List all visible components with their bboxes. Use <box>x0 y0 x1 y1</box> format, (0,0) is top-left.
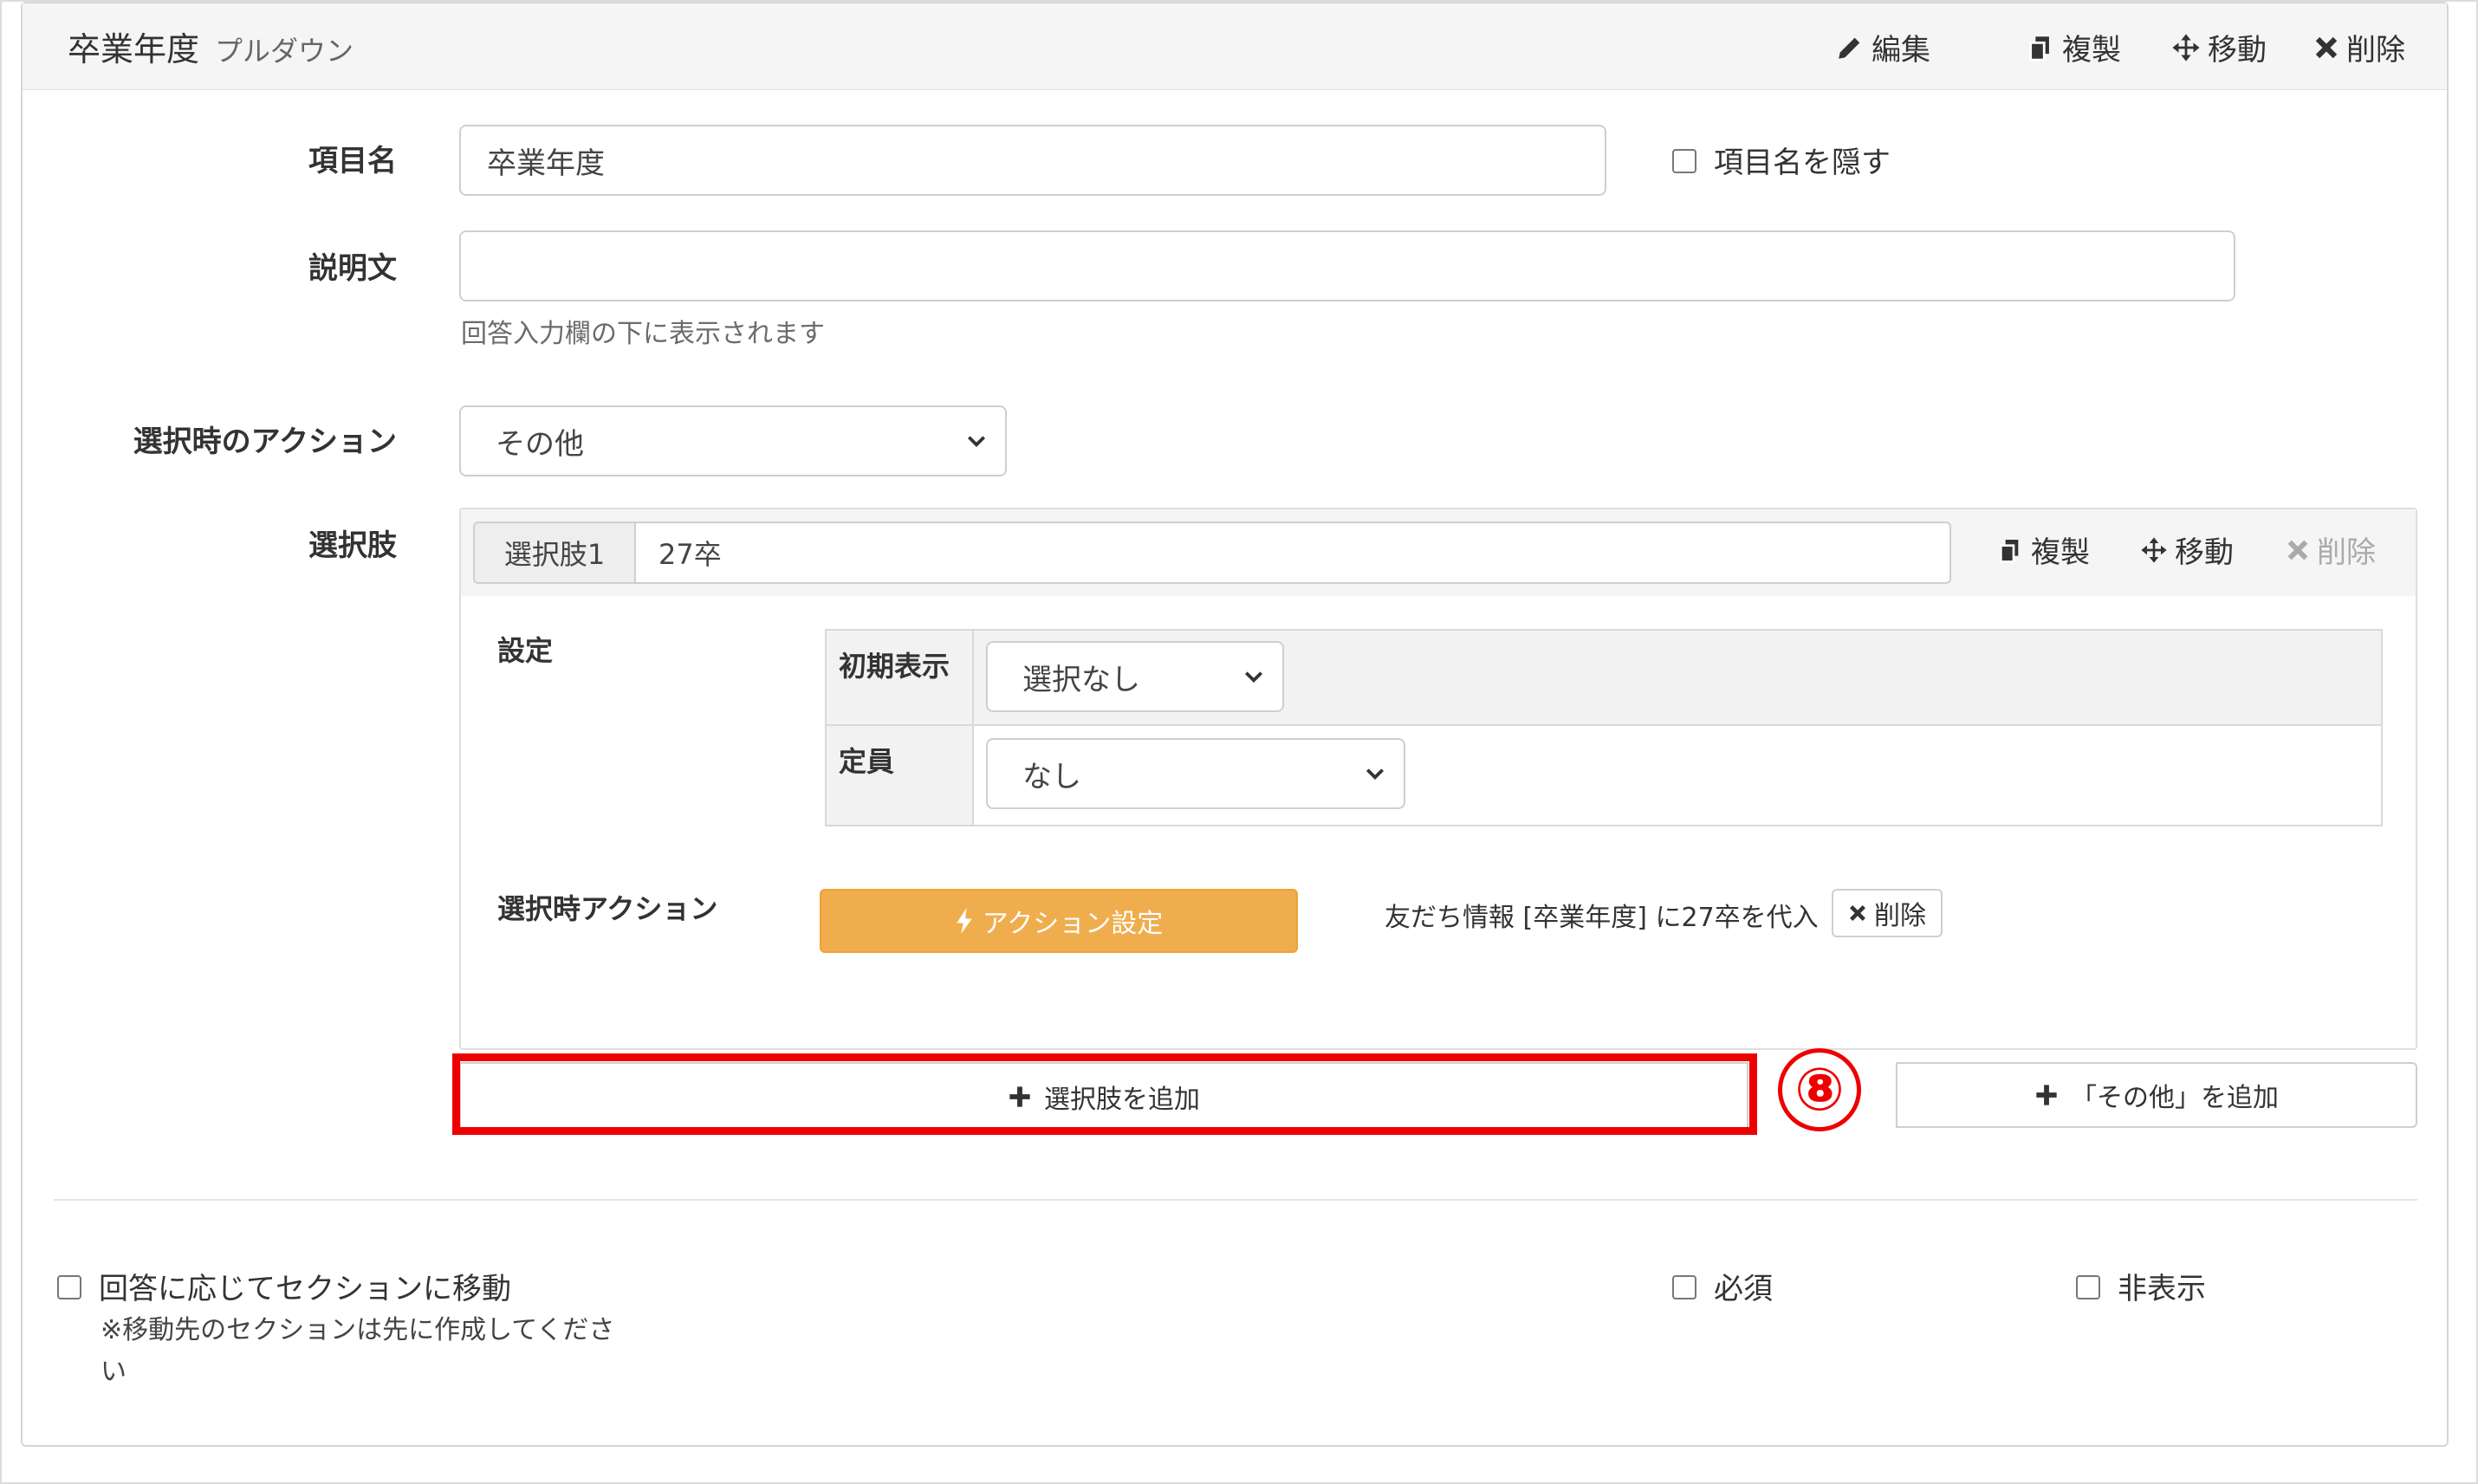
capacity-label: 定員 <box>827 726 974 825</box>
settings-table: 初期表示 選択なし 定員 なし <box>825 629 2383 826</box>
delete-button[interactable]: 削除 <box>2313 26 2405 68</box>
item-name-input[interactable]: 卒業年度 <box>459 125 1606 196</box>
move-icon <box>2172 33 2200 62</box>
copy-icon <box>2000 539 2019 563</box>
close-icon <box>1850 905 1865 921</box>
action-delete-label: 削除 <box>1874 901 1926 931</box>
option-delete-button[interactable]: 削除 <box>2286 528 2376 571</box>
move-icon <box>2141 536 2167 563</box>
move-label: 移動 <box>2208 33 2267 68</box>
initial-display-value: 選択なし <box>1022 662 1140 697</box>
required-checkbox[interactable] <box>1672 1275 1696 1299</box>
item-name-label: 項目名 <box>308 144 397 178</box>
close-icon <box>2315 36 2338 58</box>
item-type: プルダウン <box>215 35 354 68</box>
duplicate-button[interactable]: 複製 <box>2026 26 2121 68</box>
initial-display-label: 初期表示 <box>827 631 974 726</box>
section-move-checkbox[interactable] <box>57 1275 81 1299</box>
option-delete-label: 削除 <box>2317 535 2376 570</box>
bolt-icon <box>957 908 972 934</box>
capacity-dropdown[interactable]: なし <box>986 738 1405 809</box>
section-move-label: 回答に応じてセクションに移動 <box>99 1272 511 1306</box>
description-input[interactable] <box>459 230 2235 301</box>
select-action-value: その他 <box>496 426 584 462</box>
chevron-down-icon <box>1365 768 1385 781</box>
hide-item-name-checkbox[interactable] <box>1672 149 1696 173</box>
option-value-input[interactable]: 27卒 <box>636 523 1949 582</box>
settings-label: 設定 <box>497 634 554 667</box>
initial-display-dropdown[interactable]: 選択なし <box>986 641 1284 712</box>
highlight-frame <box>452 1053 1757 1135</box>
action-settings-label: アクション設定 <box>982 909 1164 939</box>
option-card: 選択肢1 27卒 複製 移動 削除 設定 初期表示 選択なし 定員 なし 選択時… <box>459 508 2417 1050</box>
form-item-panel: 卒業年度 プルダウン 編集 複製 移動 削除 項目名 卒業年度 項目名を隠す 説… <box>21 2 2449 1447</box>
item-title: 卒業年度 <box>68 30 200 68</box>
hidden-label: 非表示 <box>2118 1272 2206 1306</box>
divider <box>54 1199 2417 1201</box>
duplicate-label: 複製 <box>2062 33 2121 68</box>
option-action-label: 選択時アクション <box>497 892 718 925</box>
delete-label: 削除 <box>2346 33 2405 68</box>
option-duplicate-label: 複製 <box>2031 535 2090 570</box>
copy-icon <box>2029 36 2049 62</box>
capacity-value: なし <box>1022 759 1081 794</box>
select-action-label: 選択時のアクション <box>133 424 397 459</box>
edit-label: 編集 <box>1871 33 1930 68</box>
options-label: 選択肢 <box>308 528 397 563</box>
option-input-group: 選択肢1 27卒 <box>473 522 1951 584</box>
action-settings-button[interactable]: アクション設定 <box>820 889 1298 953</box>
add-other-label: 「その他」を追加 <box>2071 1083 2279 1113</box>
option-move-button[interactable]: 移動 <box>2140 528 2234 571</box>
option-move-label: 移動 <box>2175 535 2234 570</box>
chevron-down-icon <box>1244 671 1263 684</box>
add-other-button[interactable]: 「その他」を追加 <box>1896 1062 2417 1128</box>
option-number-addon: 選択肢1 <box>475 523 636 582</box>
close-icon <box>2287 540 2308 560</box>
description-help: 回答入力欄の下に表示されます <box>461 319 825 349</box>
step-number-badge: ⑧ <box>1778 1048 1861 1131</box>
edit-button[interactable]: 編集 <box>1835 26 1930 68</box>
chevron-down-icon <box>967 436 986 448</box>
pencil-icon <box>1839 37 1860 59</box>
hide-item-name-label: 項目名を隠す <box>1714 146 1891 180</box>
select-action-dropdown[interactable]: その他 <box>459 405 1007 476</box>
option-duplicate-button[interactable]: 複製 <box>1996 528 2090 571</box>
section-move-note: ※移動先のセクションは先に作成してください <box>101 1315 615 1387</box>
move-button[interactable]: 移動 <box>2171 26 2267 68</box>
hidden-checkbox[interactable] <box>2076 1275 2100 1299</box>
action-summary: 友だち情報 [卒業年度] に27卒を代入 <box>1385 903 1819 933</box>
required-label: 必須 <box>1714 1272 1773 1306</box>
plus-icon <box>2036 1085 2057 1105</box>
description-label: 説明文 <box>308 251 397 286</box>
panel-header: 卒業年度 プルダウン 編集 複製 移動 削除 <box>23 3 2447 90</box>
action-delete-button[interactable]: 削除 <box>1832 889 1943 937</box>
